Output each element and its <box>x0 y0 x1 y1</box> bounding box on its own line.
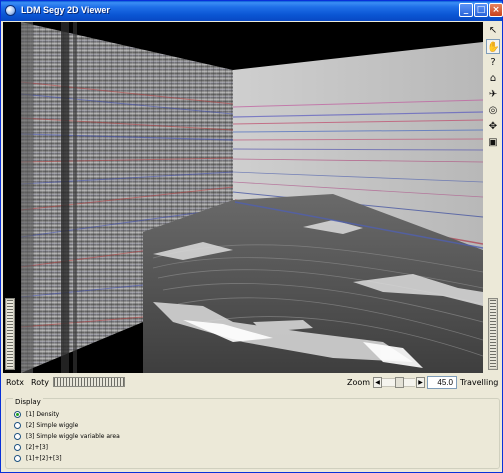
display-option-label: [2] Simple wiggle <box>26 422 79 429</box>
radio-icon[interactable] <box>14 411 21 418</box>
travelling-label: Travelling <box>460 378 499 387</box>
left-vertical-slider[interactable] <box>5 298 15 370</box>
zoom-value-field[interactable]: 45.0 <box>427 376 457 389</box>
roty-slider[interactable] <box>53 377 125 387</box>
zoom-slider-thumb[interactable] <box>395 377 404 388</box>
display-group-title: Display <box>13 398 43 406</box>
hand-icon[interactable]: ✋ <box>486 39 500 54</box>
app-window: LDM Segy 2D Viewer _ □ × ↖ ✋ ? ⌂ ✈ ◎ ✥ ▣… <box>0 0 503 473</box>
right-toolbar: ↖ ✋ ? ⌂ ✈ ◎ ✥ ▣ <box>484 22 502 157</box>
seismic-3d-scene <box>3 22 483 373</box>
center-icon[interactable]: ✥ <box>486 119 500 134</box>
fly-icon[interactable]: ✈ <box>486 87 500 102</box>
3d-viewport[interactable] <box>3 22 483 373</box>
zoom-increase-button[interactable]: ▶ <box>416 377 425 388</box>
rotx-label: Rotx <box>6 378 24 387</box>
app-icon <box>5 5 16 16</box>
display-option-label: [1]+[2]+[3] <box>26 455 62 462</box>
radio-icon[interactable] <box>14 455 21 462</box>
close-button[interactable]: × <box>489 3 503 17</box>
roty-label: Roty <box>31 378 49 387</box>
display-option-label: [1] Density <box>26 411 60 418</box>
minimize-button[interactable]: _ <box>459 3 473 17</box>
zoom-decrease-button[interactable]: ◀ <box>373 377 382 388</box>
view-all-icon[interactable]: ▣ <box>486 135 500 150</box>
display-option-label: [3] Simple wiggle variable area <box>26 433 120 440</box>
right-vertical-slider[interactable] <box>488 298 498 370</box>
title-bar[interactable]: LDM Segy 2D Viewer _ □ × <box>1 1 503 21</box>
help-icon[interactable]: ? <box>486 55 500 70</box>
pointer-icon[interactable]: ↖ <box>486 23 500 38</box>
radio-icon[interactable] <box>14 422 21 429</box>
display-option-label: [2]+[3] <box>26 444 49 451</box>
display-group: Display [1] Density [2] Simple wiggle [3… <box>5 398 500 469</box>
perspective-icon[interactable]: ◎ <box>486 103 500 118</box>
control-row: Rotx Roty Zoom ◀ ▶ 45.0 Travelling <box>1 374 503 391</box>
home-icon[interactable]: ⌂ <box>486 71 500 86</box>
window-title: LDM Segy 2D Viewer <box>21 5 110 15</box>
radio-icon[interactable] <box>14 444 21 451</box>
radio-icon[interactable] <box>14 433 21 440</box>
zoom-label: Zoom <box>347 378 371 387</box>
maximize-button[interactable]: □ <box>474 3 488 17</box>
